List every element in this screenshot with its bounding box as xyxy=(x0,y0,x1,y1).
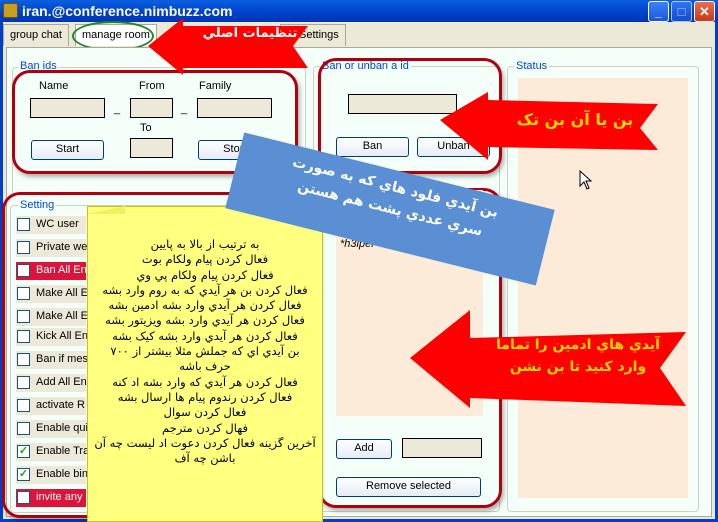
checkbox[interactable] xyxy=(17,353,30,366)
note-line: حرف باشه xyxy=(179,359,231,374)
setting-label: Enable qui xyxy=(36,422,88,434)
checkbox[interactable] xyxy=(17,399,30,412)
to-label: To xyxy=(140,122,152,134)
note-line: فعال کردن پیام ولکام بوت xyxy=(141,252,269,267)
note-line: فعال کردن رندوم پیام ها ارسال بشه xyxy=(117,389,293,404)
remove-selected-button[interactable]: Remove selected xyxy=(336,477,481,497)
checkbox[interactable]: ✓ xyxy=(17,445,30,458)
note-line: باشن چه آف xyxy=(174,451,236,466)
maximize-button[interactable]: □ xyxy=(671,1,692,22)
setting-label: Add All En xyxy=(36,376,87,388)
setting-label: Private we xyxy=(36,241,88,253)
note-line: فعال کردن هر آیدي وارد بشه کیک بشه xyxy=(112,328,298,343)
family-label: Family xyxy=(199,80,232,92)
setting-item[interactable]: invite any xyxy=(16,489,86,507)
arrow-text-ban: بن یا آن بن تک xyxy=(516,110,634,129)
setting-label: Enable Tra xyxy=(36,445,90,457)
checkbox[interactable] xyxy=(17,330,30,343)
setting-label: Kick All En xyxy=(36,330,88,342)
setting-item[interactable]: Add All En xyxy=(16,374,87,392)
setting-label: Ban if mes xyxy=(36,353,88,365)
setting-label: Make All E xyxy=(36,310,88,322)
setting-label: Make All E xyxy=(36,287,88,299)
checkbox[interactable] xyxy=(17,287,30,300)
checkbox[interactable] xyxy=(17,422,30,435)
from-input[interactable] xyxy=(130,98,173,118)
mouse-cursor-icon xyxy=(579,170,593,190)
note-line: به ترتیب از بالا به پایین xyxy=(150,237,260,251)
setting-label: WC user xyxy=(36,218,79,230)
checkbox[interactable] xyxy=(17,491,30,504)
close-button[interactable]: ✕ xyxy=(694,1,715,22)
setting-label: activate R xyxy=(36,399,85,411)
ban-button[interactable]: Ban xyxy=(336,137,409,157)
setting-label: invite any xyxy=(36,491,83,503)
setting-item[interactable]: Kick All En xyxy=(16,328,88,346)
note-line: بن آیدي اي که جملش مثلا بیشتر از ۷۰۰ xyxy=(110,344,300,359)
setting-item[interactable]: Enable qui xyxy=(16,420,88,438)
start-button[interactable]: Start xyxy=(31,140,104,160)
arrow-text-admin: آیدي هاي ادمین را تماما وارد کنید تا بن … xyxy=(478,334,678,378)
name-label: Name xyxy=(39,80,69,92)
note-line: فعال کردن سوال xyxy=(163,405,247,420)
status-legend: Status xyxy=(514,60,550,72)
setting-label: Ban All En xyxy=(36,264,87,276)
setting-item[interactable]: Make All E xyxy=(16,308,88,326)
checkbox[interactable] xyxy=(17,310,30,323)
setting-item[interactable]: activate R xyxy=(16,397,86,415)
add-button[interactable]: Add xyxy=(336,439,392,459)
setting-item[interactable]: ✓ Enable Tra xyxy=(16,443,90,461)
name-input[interactable] xyxy=(30,98,105,118)
setting-item[interactable]: Make All E xyxy=(16,285,88,303)
setting-label: Enable bin xyxy=(36,468,88,480)
title-bar: iran.@conference.nimbuzz.com _ □ ✕ xyxy=(0,0,718,22)
window-title: iran.@conference.nimbuzz.com xyxy=(22,3,233,19)
note-line: فعال کردن هر آیدي که وارد بشه اد کنه xyxy=(112,374,298,389)
note-line: فعال کردن هر آیدي وارد بشه ویزیتور بشه xyxy=(105,313,305,328)
note-line: فهال کردن مترجم xyxy=(161,420,249,435)
note-line: فعال کردن هر آیدي وارد بشه ادمین بشه xyxy=(108,298,302,313)
add-id-input[interactable] xyxy=(402,438,482,458)
app-icon xyxy=(3,3,18,18)
from-label: From xyxy=(139,80,165,92)
setting-item[interactable]: Ban All En xyxy=(16,262,87,280)
arrow-text-tab: تنظیمات اصلي xyxy=(202,26,298,41)
note-line: فعال کردن بن هر آیدي که به روم وارد بشه xyxy=(102,282,308,297)
checkbox[interactable] xyxy=(17,241,30,254)
note-line: فعال کردن پیام ولکام پي وي xyxy=(136,267,274,282)
to-input[interactable] xyxy=(130,138,173,158)
minimize-button[interactable]: _ xyxy=(648,1,669,22)
setting-legend: Setting xyxy=(18,199,57,211)
dash: _ xyxy=(114,103,121,115)
setting-item[interactable]: Private we xyxy=(16,239,88,257)
checkbox[interactable]: ✓ xyxy=(17,468,30,481)
note-line: آخرین گزینه فعال کردن دعوت اد لیست چه آن xyxy=(94,435,316,450)
setting-item[interactable]: ✓ Enable bin xyxy=(16,466,88,484)
checkbox[interactable] xyxy=(17,218,30,231)
dash: _ xyxy=(181,103,188,115)
arrow-line: آیدي هاي ادمین را تماما xyxy=(496,337,660,353)
family-input[interactable] xyxy=(197,98,272,118)
note-annotation: به ترتیب از بالا به پایین فعال کردن پیام … xyxy=(87,206,323,522)
checkbox[interactable] xyxy=(17,264,30,277)
setting-item[interactable]: WC user xyxy=(16,216,86,234)
setting-item[interactable]: Ban if mes xyxy=(16,351,88,369)
arrow-line: وارد کنید تا بن نشن xyxy=(509,359,647,375)
checkbox[interactable] xyxy=(17,376,30,389)
tab-group-chat[interactable]: group chat xyxy=(3,24,69,46)
